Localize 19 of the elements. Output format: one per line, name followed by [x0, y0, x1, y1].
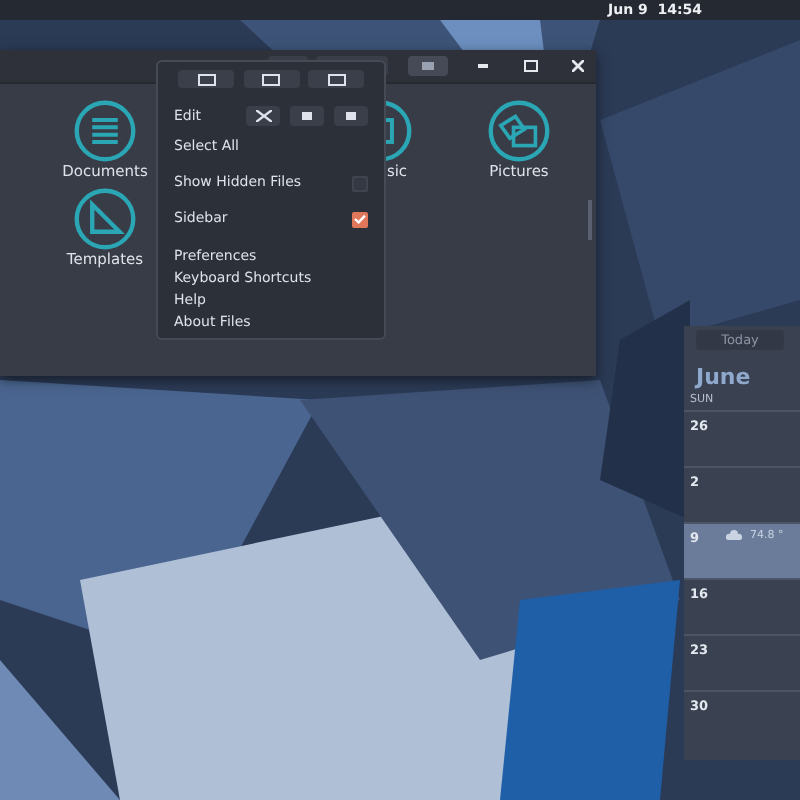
folder-templates-icon[interactable] [72, 188, 138, 250]
cloud-icon [726, 530, 742, 540]
maximize-icon [523, 60, 537, 72]
window-icon [197, 73, 215, 85]
month-title: June [696, 366, 753, 390]
minimize-icon [477, 64, 487, 68]
checkbox[interactable] [352, 211, 368, 227]
scissors-icon [255, 110, 271, 122]
new-window-button[interactable] [178, 70, 234, 88]
copy-button[interactable] [290, 106, 324, 126]
menu-button[interactable] [408, 56, 448, 76]
scrollbar[interactable] [588, 200, 592, 240]
paste-button[interactable] [334, 106, 368, 126]
new-folder-button[interactable] [308, 70, 364, 88]
close-icon [572, 60, 584, 72]
new-tab-button[interactable] [243, 70, 299, 88]
folder-documents-icon[interactable] [72, 100, 138, 162]
folder-pictures-icon[interactable] [486, 100, 552, 162]
cut-button[interactable] [246, 106, 280, 126]
